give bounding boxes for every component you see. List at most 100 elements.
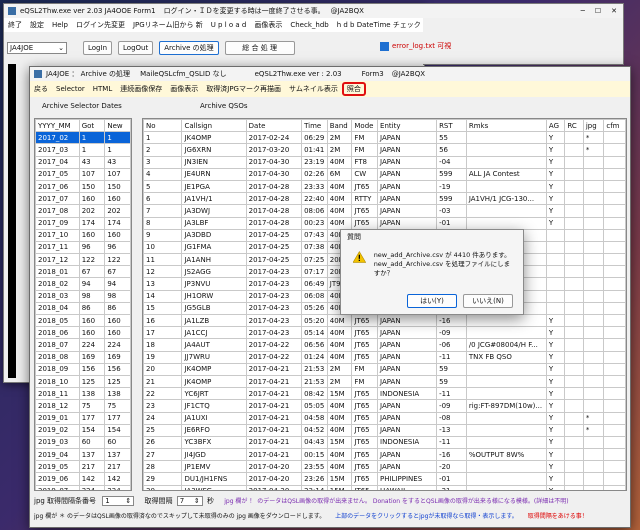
archive-menu-item[interactable]: 戻る bbox=[30, 84, 52, 94]
qso-row[interactable]: 22 YC6JRT 2017-04-21 08:42 15M JT65 INDONESIA -… bbox=[143, 387, 626, 401]
main-menu-item[interactable]: 設定 bbox=[26, 20, 48, 30]
sec-spinner[interactable]: 7 ⇕ bbox=[176, 496, 203, 506]
qso-column-header[interactable]: Rmks bbox=[465, 119, 547, 133]
main-menu-item[interactable]: 終了 bbox=[4, 20, 26, 30]
archive-menu-item[interactable]: 連続画像保存 bbox=[116, 84, 166, 94]
main-menu-item[interactable]: Check_hdb bbox=[286, 21, 332, 29]
qso-row[interactable]: 25 JE6RFO 2017-04-21 04:52 40M JT65 JAPAN -13 Y * bbox=[143, 423, 626, 437]
selector-row[interactable]: 2019_02 154 154 bbox=[35, 423, 131, 437]
selector-row[interactable]: 2017_08 202 202 bbox=[35, 204, 131, 218]
selector-row[interactable]: 2019_06 142 142 bbox=[35, 472, 131, 486]
selector-row[interactable]: 2018_03 98 98 bbox=[35, 289, 131, 303]
archive-menu-item[interactable]: HTML bbox=[89, 85, 116, 93]
selector-row[interactable]: 2019_03 60 60 bbox=[35, 435, 131, 450]
qso-row[interactable]: 19 JJ7WRU 2017-04-22 01:24 40M JT65 JAPAN -11 TN… bbox=[143, 350, 626, 364]
qso-row[interactable]: 26 YC3BFX 2017-04-21 04:43 15M JT65 INDONESIA -… bbox=[143, 435, 626, 450]
selector-row[interactable]: 2018_05 160 160 bbox=[35, 313, 131, 328]
selector-row[interactable]: 2018_12 75 75 bbox=[35, 399, 131, 413]
qso-column-header[interactable]: AG bbox=[545, 119, 566, 133]
selector-row[interactable]: 2018_04 86 86 bbox=[35, 301, 131, 316]
archive-menu-item[interactable]: 画像表示 bbox=[166, 84, 202, 94]
qso-row[interactable]: 1 JK4OMP 2017-02-24 06:29 2M FM JAPAN 55 Y * bbox=[143, 131, 626, 145]
selector-row[interactable]: 2017_06 150 150 bbox=[35, 179, 131, 194]
selector-row[interactable]: 2019_01 177 177 bbox=[35, 411, 131, 425]
sogo-button[interactable]: 総 合 処 理 bbox=[224, 41, 295, 55]
selector-column-header[interactable]: Got bbox=[78, 119, 106, 133]
selector-row[interactable]: 2019_05 217 217 bbox=[35, 460, 131, 474]
selector-column-header[interactable]: New bbox=[104, 119, 131, 133]
qso-row[interactable]: 3 JN3IEN 2017-04-30 23:19 40M FT8 JAPAN -04 Y bbox=[143, 155, 626, 169]
main-menu-item[interactable]: JPGリネーム旧から 新 bbox=[129, 20, 207, 30]
maximize-icon[interactable]: ☐ bbox=[595, 7, 601, 15]
selector-row[interactable]: 2017_05 107 107 bbox=[35, 167, 131, 181]
logout-button[interactable]: LogOut bbox=[118, 41, 154, 55]
selector-column-header[interactable]: YYYY_MM bbox=[35, 119, 80, 133]
qso-row[interactable]: 28 JP1EMV 2017-04-20 23:55 40M JT65 JAPAN -20 Y bbox=[143, 460, 626, 474]
selector-row[interactable]: 2019_07224224 bbox=[35, 484, 131, 490]
no-button[interactable]: いいえ(N) bbox=[463, 294, 513, 308]
selector-row[interactable]: 2018_08 169 169 bbox=[35, 350, 131, 364]
selector-row[interactable]: 2017_11 96 96 bbox=[35, 240, 131, 255]
qso-row[interactable]: 27 JI4JGD 2017-04-21 00:15 40M JT65 JAPAN -16 %O… bbox=[143, 448, 626, 462]
qso-row[interactable]: 23 JF1CTQ 2017-04-21 05:05 40M JT65 JAPAN -09 ri… bbox=[143, 399, 626, 413]
selector-row[interactable]: 2018_01 67 67 bbox=[35, 265, 131, 279]
main-menu-item[interactable]: h d b DateTime チェック bbox=[333, 20, 424, 30]
qso-row[interactable]: 2 JG6XRN 2017-03-20 01:41 2M FM JAPAN 56 Y * bbox=[143, 143, 626, 157]
qso-row[interactable]: 7 JA3DWJ 2017-04-28 08:06 40M JT65 JAPAN -03 Y bbox=[143, 204, 626, 218]
qso-row[interactable]: 4 JE4URN 2017-04-30 02:26 6M CW JAPAN 599 ALL JA… bbox=[143, 167, 626, 181]
close-icon[interactable]: ✕ bbox=[611, 7, 617, 15]
yes-button[interactable]: はい(Y) bbox=[407, 294, 457, 308]
archive-menu-item[interactable]: 取得済JPGマーク再描画 bbox=[202, 84, 285, 94]
archive-menu-item[interactable]: サムネイル表示 bbox=[285, 84, 342, 94]
qso-column-header[interactable]: Date bbox=[245, 119, 303, 133]
qso-row[interactable]: 21 JK4OMP 2017-04-21 21:53 2M FM JAPAN 59 Y bbox=[143, 374, 626, 389]
archive-menu-item[interactable]: Selector bbox=[52, 85, 89, 93]
qso-column-header[interactable]: cfm bbox=[603, 119, 626, 133]
qso-column-header[interactable]: Entity bbox=[377, 119, 438, 133]
qso-row[interactable]: 17 JA1CCJ 2017-04-23 05:14 40M JT65 JAPAN -09 Y bbox=[143, 326, 626, 340]
qso-column-header[interactable]: Band bbox=[326, 119, 353, 133]
error-log-checkbox[interactable]: error_log.txt 可視 bbox=[380, 41, 451, 51]
selector-row[interactable]: 2017_02 1 1 bbox=[35, 131, 131, 145]
qso-column-header[interactable]: No bbox=[143, 119, 183, 133]
qso-row[interactable]: 20 JK4OMP 2017-04-21 21:53 2M FM JAPAN 59 Y bbox=[143, 362, 626, 376]
selector-row[interactable]: 2018_09 156 156 bbox=[35, 362, 131, 376]
qso-row[interactable]: 29 DU1/JH1FNS 2017-04-20 23:26 15M JT65 PHILIP… bbox=[143, 472, 626, 486]
selector-row[interactable]: 2017_03 1 1 bbox=[35, 143, 131, 157]
selector-grid[interactable]: YYYY_MM Got New 2017_02 1 1 2017_03 1 1 2017_04 4… bbox=[34, 118, 132, 491]
selector-row[interactable]: 2017_10 160 160 bbox=[35, 228, 131, 242]
selector-row[interactable]: 2018_06 160 160 bbox=[35, 326, 131, 340]
selector-row[interactable]: 2019_04 137 137 bbox=[35, 448, 131, 462]
qso-column-header[interactable]: RC bbox=[564, 119, 584, 133]
qso-row[interactable]: 18 JA4AUT 2017-04-22 06:56 40M JT65 JAPAN -06/0… bbox=[143, 338, 626, 352]
qso-row[interactable]: 30JA3WFG2017-04-2023:1415MJT65HAWAII-21 Y bbox=[143, 484, 626, 490]
qso-row[interactable]: 8 JA3LBF 2017-04-28 00:23 40M JT65 JAPAN -01 Y bbox=[143, 216, 626, 230]
qso-column-header[interactable]: Time bbox=[301, 119, 328, 133]
main-menu-item[interactable]: ログイン先変更 bbox=[72, 20, 129, 30]
main-menu-item[interactable]: 画像表示 bbox=[250, 20, 286, 30]
selector-row[interactable]: 2017_12 122 122 bbox=[35, 253, 131, 267]
selector-row[interactable]: 2017_09 174 174 bbox=[35, 216, 131, 230]
qso-column-header[interactable]: RST bbox=[436, 119, 467, 133]
selector-row[interactable]: 2018_02 94 94 bbox=[35, 277, 131, 291]
archive-button[interactable]: Archive の処理 bbox=[159, 41, 219, 55]
qso-row[interactable]: 24 JA1UXI 2017-04-21 04:58 40M JT65 JAPAN -08 Y * bbox=[143, 411, 626, 425]
qso-column-header[interactable]: jpg bbox=[582, 119, 605, 133]
selector-row[interactable]: 2017_07 160 160 bbox=[35, 192, 131, 206]
minimize-icon[interactable]: ─ bbox=[581, 7, 585, 15]
selector-row[interactable]: 2018_10 125 125 bbox=[35, 374, 131, 389]
interval-spinner[interactable]: 1 ⇕ bbox=[102, 496, 135, 506]
qso-column-header[interactable]: Mode bbox=[351, 119, 379, 133]
selector-row[interactable]: 2017_04 43 43 bbox=[35, 155, 131, 169]
qso-column-header[interactable]: Callsign bbox=[181, 119, 247, 133]
selector-row[interactable]: 2018_07 224 224 bbox=[35, 338, 131, 352]
qso-row[interactable]: 5 JE1PGA 2017-04-28 23:33 40M JT65 JAPAN -19 Y bbox=[143, 179, 626, 194]
qso-row[interactable]: 16 JA1LZB 2017-04-23 05:20 40M JT65 JAPAN -16 Y bbox=[143, 313, 626, 328]
menu-item-shogo[interactable]: 照合 bbox=[341, 82, 366, 96]
main-menu-item[interactable]: U p l o a d bbox=[207, 21, 251, 29]
callsign-combo[interactable]: JA4JOE ⌄ bbox=[7, 42, 67, 54]
selector-row[interactable]: 2018_11 138 138 bbox=[35, 387, 131, 401]
main-menu-item[interactable]: Help bbox=[48, 21, 72, 29]
login-button[interactable]: LogIn bbox=[83, 41, 113, 55]
qso-row[interactable]: 6 JA1VH/1 2017-04-28 22:40 40M RTTY JAPAN 599 JA… bbox=[143, 192, 626, 206]
